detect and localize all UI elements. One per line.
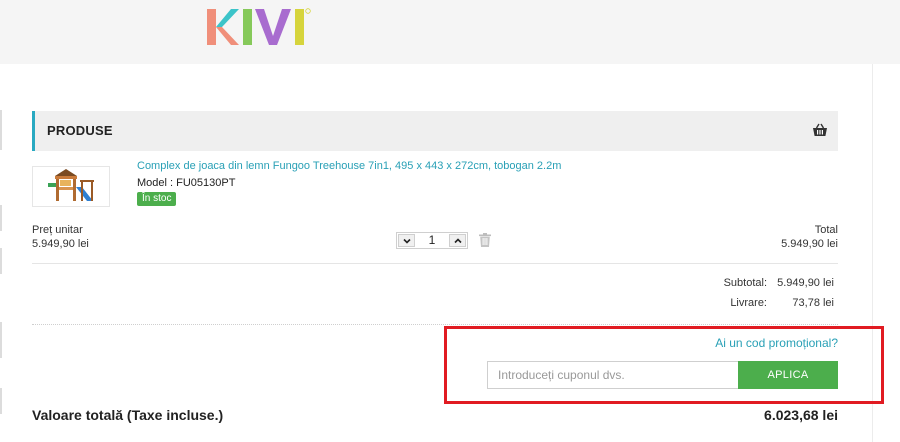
apply-coupon-button[interactable]: APLICA (738, 361, 838, 389)
kivi-logo[interactable] (205, 6, 313, 48)
checkout-page: PRODUSE Complex de joaca din lemn Fungoo… (0, 0, 900, 442)
increase-quantity-button[interactable] (449, 234, 466, 247)
line-total-label: Total (814, 224, 838, 236)
product-thumbnail[interactable] (32, 166, 110, 207)
left-edge-fragment (0, 110, 2, 150)
shipping-label: Livrare: (730, 297, 767, 309)
quantity-input[interactable]: 1 (417, 233, 447, 248)
trash-icon[interactable] (479, 233, 491, 247)
left-edge-fragment (0, 248, 2, 274)
subtotal-label: Subtotal: (723, 277, 767, 289)
basket-icon (813, 123, 827, 136)
divider (32, 263, 838, 264)
left-edge-fragment (0, 388, 2, 414)
decrease-quantity-button[interactable] (398, 234, 415, 247)
products-section-header: PRODUSE (32, 111, 838, 151)
promo-code-link[interactable]: Ai un cod promoțional? (715, 336, 838, 350)
product-model: Model : FU05130PT (137, 177, 236, 189)
unit-price-value: 5.949,90 lei (32, 238, 89, 250)
grand-total-value: 6.023,68 lei (764, 407, 838, 423)
coupon-input[interactable] (487, 361, 739, 389)
quantity-stepper: 1 (396, 232, 468, 249)
dotted-divider (32, 324, 838, 325)
chevron-down-icon (402, 238, 411, 244)
grand-total-label: Valoare totală (Taxe incluse.) (32, 407, 224, 423)
product-name-link[interactable]: Complex de joaca din lemn Fungoo Treehou… (137, 160, 561, 172)
subtotal-value: 5.949,90 lei (777, 277, 834, 289)
chevron-up-icon (453, 237, 462, 243)
left-edge-fragment (0, 205, 2, 231)
left-edge-fragment (0, 322, 2, 358)
unit-price-label: Preț unitar (32, 224, 83, 236)
shipping-value: 73,78 lei (792, 297, 834, 309)
line-total-value: 5.949,90 lei (781, 238, 838, 250)
products-title: PRODUSE (47, 123, 113, 138)
site-header (0, 0, 900, 64)
stock-status-badge: În stoc (137, 192, 177, 206)
